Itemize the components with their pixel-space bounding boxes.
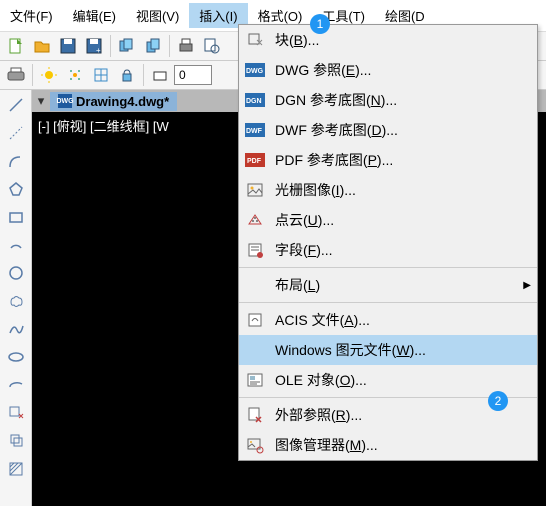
- menu-dwg-ref[interactable]: DWG DWG 参照(E)...: [239, 55, 537, 85]
- menu-wmf[interactable]: Windows 图元文件(W)...: [239, 335, 537, 365]
- plot-icon[interactable]: [4, 63, 28, 87]
- dwg-icon: DWG: [245, 60, 265, 80]
- submenu-arrow-icon: ▶: [523, 280, 531, 291]
- tab-scroll-left-icon[interactable]: ▾: [32, 93, 50, 109]
- svg-text:DGN: DGN: [246, 98, 262, 105]
- line-icon[interactable]: [5, 94, 27, 116]
- insert-block-icon[interactable]: [5, 402, 27, 424]
- arc-icon[interactable]: [5, 150, 27, 172]
- menu-block[interactable]: 块(B)...: [239, 25, 537, 55]
- svg-text:DWG: DWG: [246, 68, 264, 75]
- empty-icon: [245, 340, 265, 360]
- point-cloud-icon: [245, 210, 265, 230]
- raster-image-icon: [245, 180, 265, 200]
- menu-dgn-ref[interactable]: DGN DGN 参考底图(N)...: [239, 85, 537, 115]
- dwf-icon: DWF: [245, 120, 265, 140]
- image-manager-icon: [245, 435, 265, 455]
- open-icon[interactable]: [30, 34, 54, 58]
- acis-icon: [245, 310, 265, 330]
- svg-text:DWF: DWF: [246, 128, 263, 135]
- saveas-icon[interactable]: +: [82, 34, 106, 58]
- make-block-icon[interactable]: [5, 430, 27, 452]
- circle-icon[interactable]: [5, 262, 27, 284]
- pdf-icon: PDF: [245, 150, 265, 170]
- lineweight-swatch[interactable]: [148, 63, 172, 87]
- menu-file[interactable]: 文件(F): [0, 3, 63, 28]
- block-icon: [245, 30, 265, 50]
- document-tab[interactable]: DWG Drawing4.dwg*: [50, 92, 177, 111]
- arc2-icon[interactable]: [5, 234, 27, 256]
- field-icon: [245, 240, 265, 260]
- polygon-icon[interactable]: [5, 178, 27, 200]
- save-icon[interactable]: [56, 34, 80, 58]
- annotation-badge-1: 1: [310, 14, 330, 34]
- menu-layout[interactable]: 布局(L) ▶: [239, 270, 537, 300]
- hatch-icon[interactable]: [5, 458, 27, 480]
- dgn-icon: DGN: [245, 90, 265, 110]
- dwg-file-icon: DWG: [58, 94, 72, 108]
- copy-icon[interactable]: [141, 34, 165, 58]
- print-icon[interactable]: [174, 34, 198, 58]
- menu-ole[interactable]: OLE 对象(O)...: [239, 365, 537, 395]
- lock-icon[interactable]: [115, 63, 139, 87]
- ray-icon[interactable]: [5, 122, 27, 144]
- spline-icon[interactable]: [5, 318, 27, 340]
- ole-icon: [245, 370, 265, 390]
- menu-view[interactable]: 视图(V): [126, 3, 189, 28]
- copy-multi-icon[interactable]: [115, 34, 139, 58]
- ellipse-icon[interactable]: [5, 346, 27, 368]
- menu-point-cloud[interactable]: 点云(U)...: [239, 205, 537, 235]
- new-icon[interactable]: [4, 34, 28, 58]
- menu-acis[interactable]: ACIS 文件(A)...: [239, 305, 537, 335]
- lineweight-input[interactable]: [174, 65, 212, 85]
- menu-field[interactable]: 字段(F)...: [239, 235, 537, 265]
- annotation-badge-2: 2: [488, 391, 508, 411]
- draw-toolbar: [0, 90, 32, 506]
- menu-raster[interactable]: 光栅图像(I)...: [239, 175, 537, 205]
- svg-text:+: +: [96, 46, 101, 55]
- ellipse-arc-icon[interactable]: [5, 374, 27, 396]
- document-tab-label: Drawing4.dwg*: [76, 94, 169, 109]
- iso-icon[interactable]: [63, 63, 87, 87]
- xref-icon: [245, 405, 265, 425]
- menu-image-manager[interactable]: 图像管理器(M)...: [239, 430, 537, 460]
- svg-text:PDF: PDF: [247, 158, 262, 165]
- sun-icon[interactable]: [37, 63, 61, 87]
- print-preview-icon[interactable]: [200, 34, 224, 58]
- revcloud-icon[interactable]: [5, 290, 27, 312]
- empty-icon: [245, 275, 265, 295]
- freeze-icon[interactable]: [89, 63, 113, 87]
- menu-dwf-ref[interactable]: DWF DWF 参考底图(D)...: [239, 115, 537, 145]
- rectangle-icon[interactable]: [5, 206, 27, 228]
- menu-pdf-ref[interactable]: PDF PDF 参考底图(P)...: [239, 145, 537, 175]
- menu-edit[interactable]: 编辑(E): [63, 3, 126, 28]
